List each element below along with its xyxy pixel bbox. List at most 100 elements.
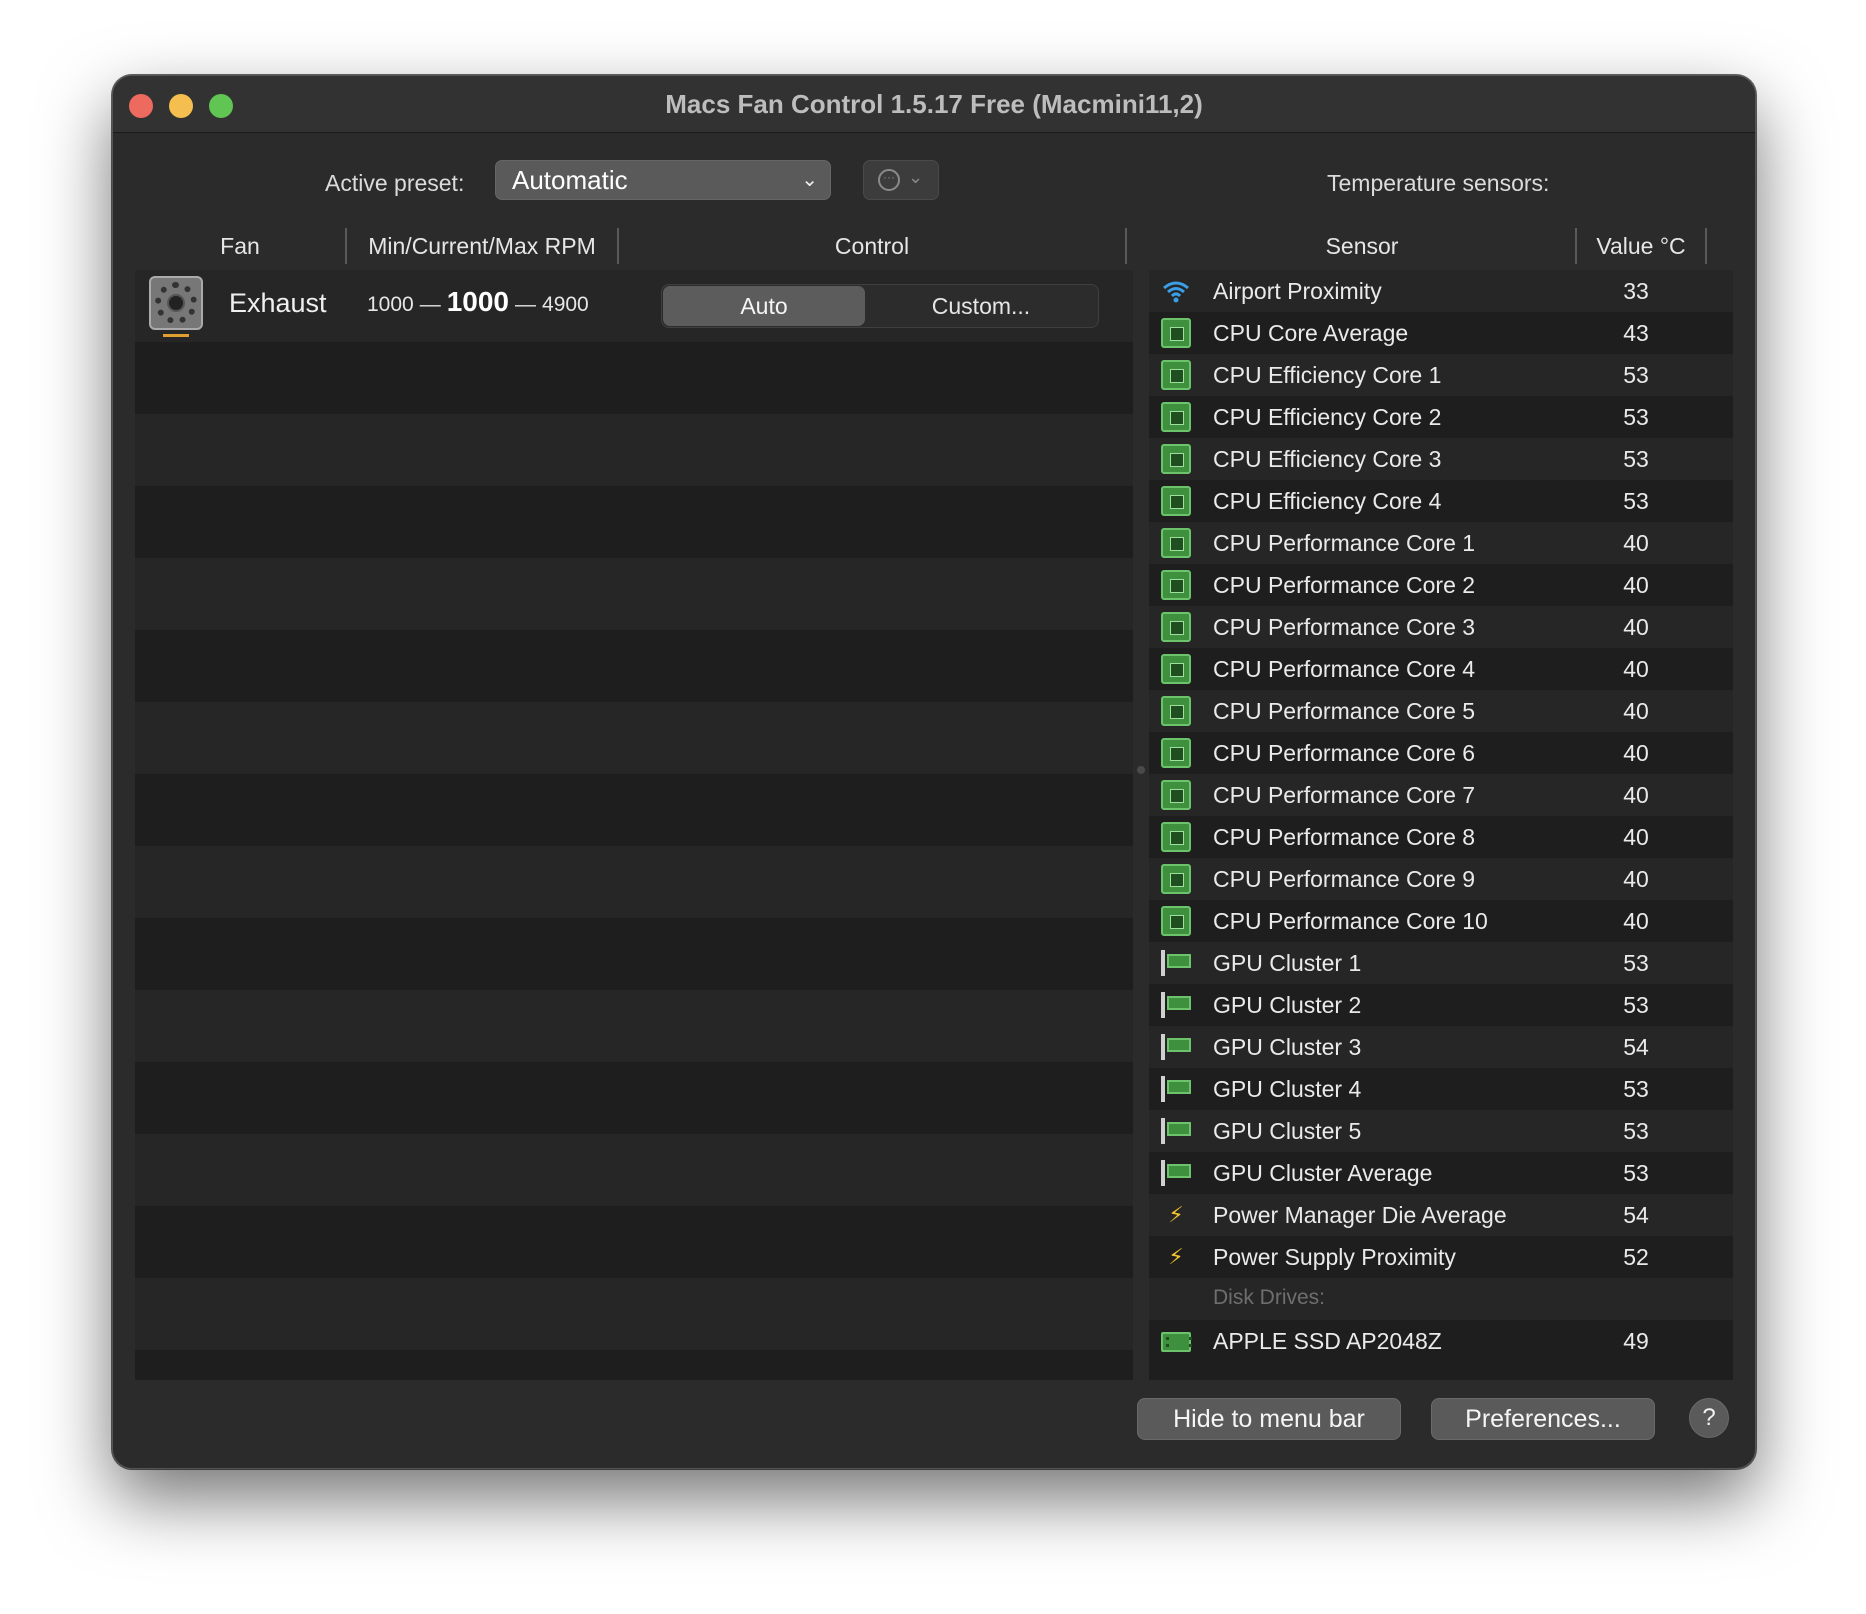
fan-table: Fan Min/Current/Max RPM Control Exhaust … bbox=[135, 222, 1133, 1380]
window-title: Macs Fan Control 1.5.17 Free (Macmini11,… bbox=[665, 89, 1203, 119]
empty-row bbox=[135, 702, 1133, 774]
column-header-sensor[interactable]: Sensor bbox=[1149, 222, 1575, 270]
sensor-value: 53 bbox=[1623, 362, 1649, 388]
table-row[interactable]: GPU Cluster Average 53 bbox=[1149, 1152, 1733, 1194]
table-row[interactable]: CPU Performance Core 8 40 bbox=[1149, 816, 1733, 858]
table-row[interactable]: CPU Performance Core 10 40 bbox=[1149, 900, 1733, 942]
hide-to-menu-bar-button[interactable]: Hide to menu bar bbox=[1137, 1398, 1401, 1440]
cpu-chip-icon bbox=[1161, 906, 1191, 936]
table-row[interactable]: CPU Performance Core 2 40 bbox=[1149, 564, 1733, 606]
fan-current-rpm: 1000 bbox=[446, 286, 510, 317]
sensor-value: 40 bbox=[1623, 908, 1649, 934]
sensor-name: GPU Cluster 5 bbox=[1213, 1118, 1362, 1144]
sensor-name: GPU Cluster 3 bbox=[1213, 1034, 1362, 1060]
empty-row bbox=[135, 414, 1133, 486]
sensor-name: Power Manager Die Average bbox=[1213, 1202, 1507, 1228]
app-window: Macs Fan Control 1.5.17 Free (Macmini11,… bbox=[112, 75, 1756, 1469]
table-row[interactable]: CPU Efficiency Core 4 53 bbox=[1149, 480, 1733, 522]
cpu-chip-icon bbox=[1161, 318, 1191, 348]
empty-row bbox=[135, 774, 1133, 846]
section-header-row: Disk Drives: bbox=[1149, 1278, 1733, 1320]
sensor-value: 40 bbox=[1623, 782, 1649, 808]
empty-row bbox=[135, 1278, 1133, 1350]
lightning-bolt-icon: ⚡ bbox=[1168, 1244, 1184, 1269]
table-row[interactable]: CPU Core Average 43 bbox=[1149, 312, 1733, 354]
help-button[interactable]: ? bbox=[1689, 1398, 1729, 1438]
sensor-value: 53 bbox=[1623, 488, 1649, 514]
sensor-value: 40 bbox=[1623, 572, 1649, 598]
table-row[interactable]: CPU Performance Core 5 40 bbox=[1149, 690, 1733, 732]
sensor-name: CPU Core Average bbox=[1213, 320, 1409, 346]
sensor-value: 40 bbox=[1623, 866, 1649, 892]
sensor-name: CPU Efficiency Core 4 bbox=[1213, 488, 1442, 514]
fan-name: Exhaust bbox=[229, 288, 327, 318]
empty-row bbox=[135, 990, 1133, 1062]
table-row[interactable]: ⚡ Power Manager Die Average 54 bbox=[1149, 1194, 1733, 1236]
active-preset-label: Active preset: bbox=[325, 170, 465, 196]
cpu-chip-icon bbox=[1161, 402, 1191, 432]
column-header-value[interactable]: Value °C bbox=[1577, 222, 1705, 270]
ellipsis-circle-icon: ··· bbox=[878, 169, 900, 191]
sensor-value: 53 bbox=[1623, 1160, 1649, 1186]
cpu-chip-icon bbox=[1161, 696, 1191, 726]
active-preset-dropdown[interactable]: Automatic ⌄ bbox=[495, 160, 831, 200]
wifi-icon bbox=[1161, 276, 1191, 306]
cpu-chip-icon bbox=[1161, 486, 1191, 516]
sensor-value: 49 bbox=[1623, 1328, 1649, 1354]
custom-control-button[interactable]: Custom... bbox=[866, 286, 1096, 326]
table-row[interactable]: CPU Efficiency Core 2 53 bbox=[1149, 396, 1733, 438]
column-header-rpm[interactable]: Min/Current/Max RPM bbox=[347, 222, 617, 270]
gpu-card-icon bbox=[1161, 1116, 1191, 1146]
sensor-name: GPU Cluster 4 bbox=[1213, 1076, 1362, 1102]
empty-row bbox=[135, 486, 1133, 558]
sensor-value: 53 bbox=[1623, 950, 1649, 976]
table-row[interactable]: GPU Cluster 4 53 bbox=[1149, 1068, 1733, 1110]
table-row[interactable]: Exhaust 1000—1000—4900 Auto Custom... bbox=[135, 270, 1133, 342]
chevron-down-icon: ⌄ bbox=[908, 167, 924, 187]
sensor-name: Airport Proximity bbox=[1213, 278, 1382, 304]
table-row[interactable]: CPU Performance Core 1 40 bbox=[1149, 522, 1733, 564]
table-row[interactable]: ⚡ Power Supply Proximity 52 bbox=[1149, 1236, 1733, 1278]
table-row[interactable]: CPU Efficiency Core 1 53 bbox=[1149, 354, 1733, 396]
sensor-name: CPU Performance Core 3 bbox=[1213, 614, 1476, 640]
sensor-name: CPU Efficiency Core 2 bbox=[1213, 404, 1442, 430]
sensor-name: CPU Performance Core 2 bbox=[1213, 572, 1476, 598]
gpu-card-icon bbox=[1161, 1032, 1191, 1062]
empty-row bbox=[135, 846, 1133, 918]
cpu-chip-icon bbox=[1161, 360, 1191, 390]
sensor-name: CPU Performance Core 7 bbox=[1213, 782, 1476, 808]
table-row[interactable]: CPU Performance Core 3 40 bbox=[1149, 606, 1733, 648]
table-row[interactable]: CPU Performance Core 6 40 bbox=[1149, 732, 1733, 774]
empty-row bbox=[135, 918, 1133, 990]
split-divider-handle[interactable] bbox=[1137, 766, 1145, 774]
table-row[interactable]: CPU Performance Core 4 40 bbox=[1149, 648, 1733, 690]
temperature-sensors-label: Temperature sensors: bbox=[1327, 170, 1550, 196]
gpu-card-icon bbox=[1161, 1158, 1191, 1188]
table-row[interactable]: CPU Efficiency Core 3 53 bbox=[1149, 438, 1733, 480]
sensor-name: CPU Performance Core 8 bbox=[1213, 824, 1476, 850]
sensor-name: Power Supply Proximity bbox=[1213, 1244, 1456, 1270]
table-row[interactable]: CPU Performance Core 9 40 bbox=[1149, 858, 1733, 900]
table-row[interactable]: GPU Cluster 2 53 bbox=[1149, 984, 1733, 1026]
empty-row bbox=[135, 1206, 1133, 1278]
table-row[interactable]: Airport Proximity 33 bbox=[1149, 270, 1733, 312]
sensor-table: Sensor Value °C Airport Proximity 33 CPU C… bbox=[1149, 222, 1733, 1380]
title-bar[interactable]: Macs Fan Control 1.5.17 Free (Macmini11,… bbox=[113, 76, 1755, 133]
column-header-control[interactable]: Control bbox=[619, 222, 1125, 270]
table-row[interactable]: GPU Cluster 5 53 bbox=[1149, 1110, 1733, 1152]
table-row[interactable]: APPLE SSD AP2048Z 49 bbox=[1149, 1320, 1733, 1362]
sensor-name: CPU Performance Core 4 bbox=[1213, 656, 1476, 682]
preferences-button[interactable]: Preferences... bbox=[1431, 1398, 1655, 1440]
gpu-card-icon bbox=[1161, 948, 1191, 978]
auto-control-button[interactable]: Auto bbox=[663, 286, 865, 326]
table-row[interactable]: GPU Cluster 1 53 bbox=[1149, 942, 1733, 984]
column-header-fan[interactable]: Fan bbox=[135, 222, 345, 270]
preset-options-button[interactable]: ··· ⌄ bbox=[863, 160, 939, 200]
table-row[interactable]: GPU Cluster 3 54 bbox=[1149, 1026, 1733, 1068]
sensor-value: 53 bbox=[1623, 404, 1649, 430]
sensor-name: CPU Performance Core 9 bbox=[1213, 866, 1476, 892]
cpu-chip-icon bbox=[1161, 612, 1191, 642]
empty-row bbox=[135, 630, 1133, 702]
table-row[interactable]: CPU Performance Core 7 40 bbox=[1149, 774, 1733, 816]
sensor-value: 54 bbox=[1623, 1034, 1649, 1060]
